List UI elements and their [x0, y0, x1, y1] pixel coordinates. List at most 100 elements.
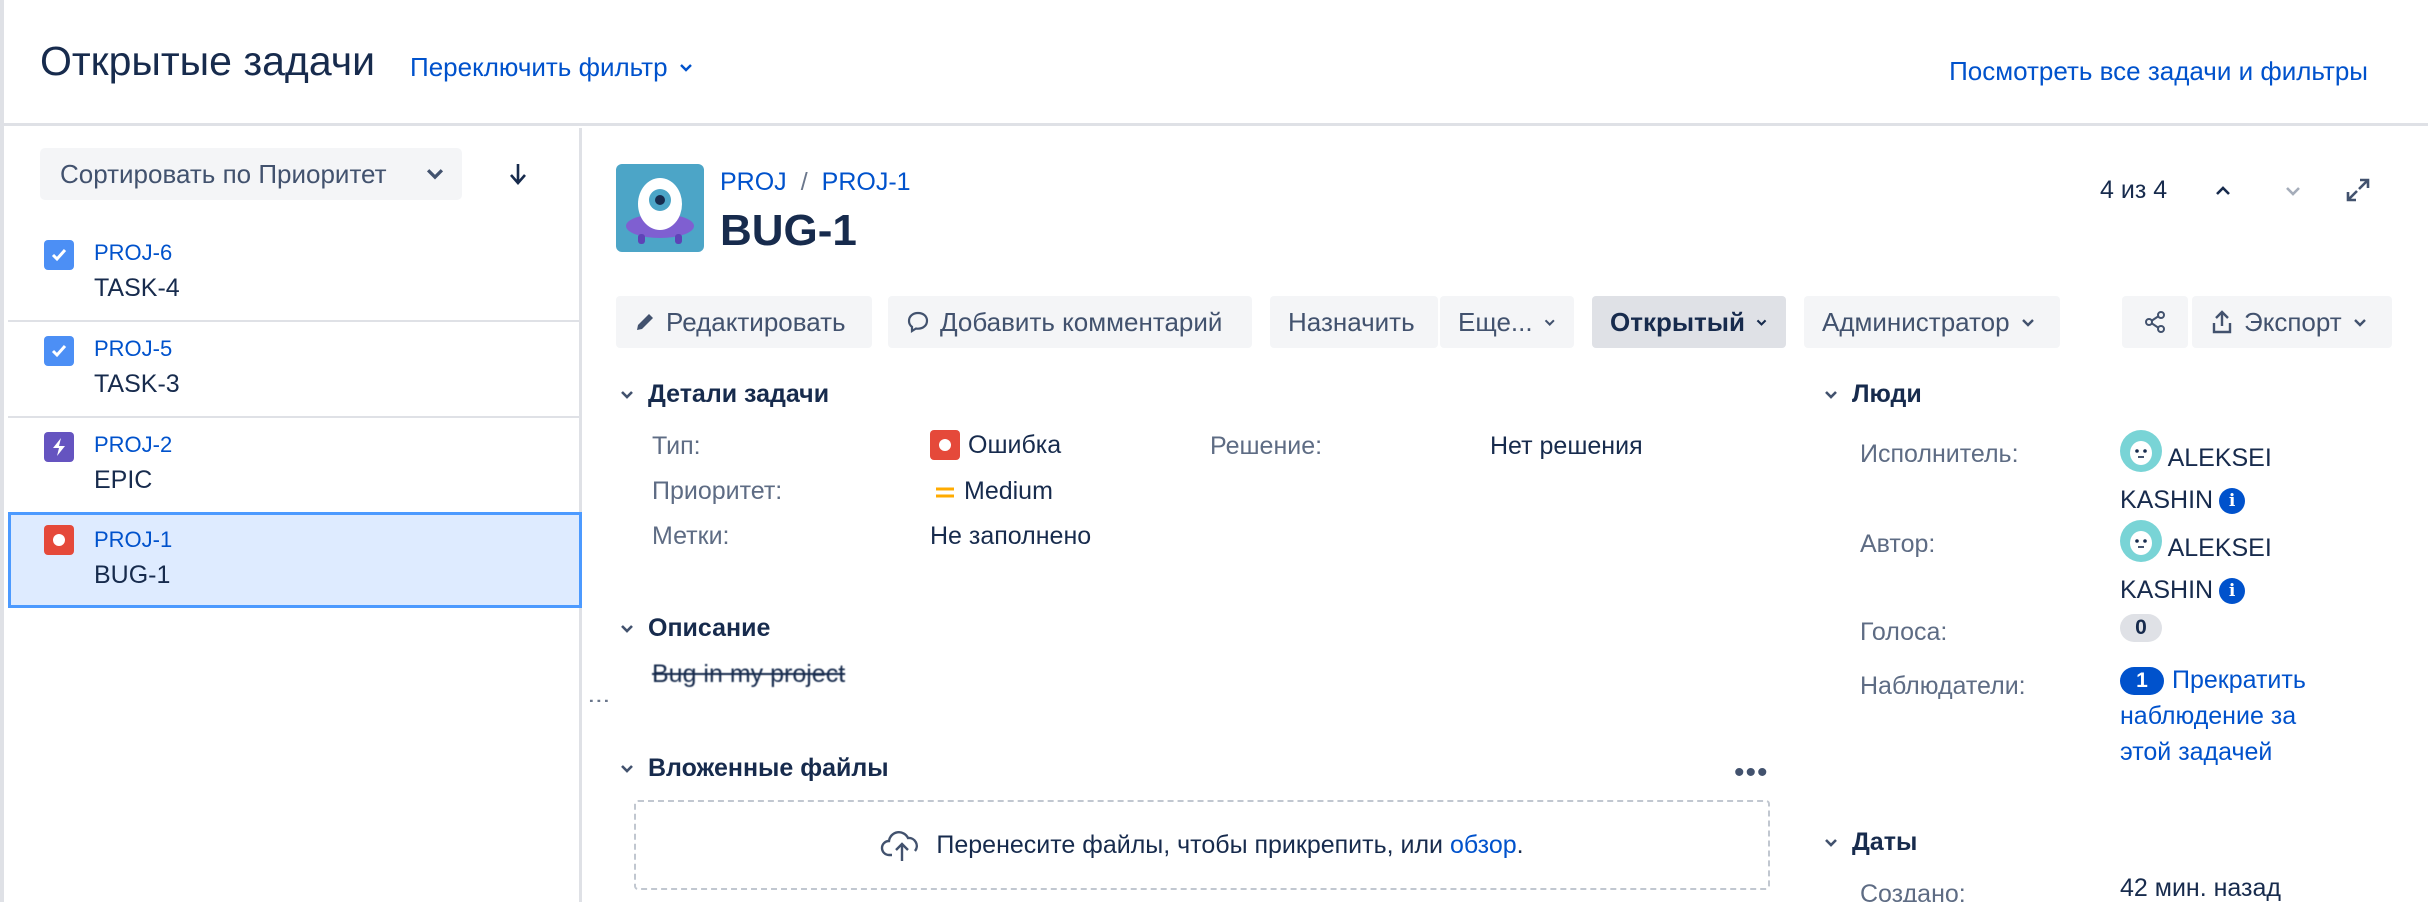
more-options-icon[interactable]: ••• — [1734, 756, 1769, 790]
description-section-toggle[interactable]: Описание — [616, 614, 770, 643]
pager-count: 4 из 4 — [2100, 176, 2168, 204]
chevron-down-icon — [616, 758, 638, 780]
more-button[interactable]: Еще... — [1440, 296, 1574, 348]
view-all-issues-link[interactable]: Посмотреть все задачи и фильтры — [1949, 56, 2368, 87]
info-icon[interactable]: i — [2219, 488, 2246, 515]
sort-label: Сортировать по Приоритет — [60, 158, 387, 189]
task-type-icon — [44, 336, 74, 366]
description-heading: Описание — [648, 614, 771, 642]
issue-key: PROJ-1 — [94, 527, 173, 552]
issue-list-panel: Сортировать по Приоритет PROJ-6 TASK-4 P… — [4, 128, 582, 902]
chevron-down-icon — [1820, 384, 1842, 406]
priority-value: Medium — [934, 477, 1053, 506]
type-label: Тип: — [652, 432, 701, 460]
avatar — [2120, 520, 2162, 562]
status-dropdown[interactable]: Открытый — [1592, 296, 1786, 348]
edit-label: Редактировать — [666, 306, 846, 337]
filter-switch-link[interactable]: Переключить фильтр — [410, 52, 694, 83]
attachments-section-toggle[interactable]: Вложенные файлы — [616, 754, 889, 783]
list-item[interactable]: PROJ-6 TASK-4 — [8, 228, 582, 322]
description-text[interactable]: Bug in my project — [652, 660, 845, 689]
assign-label: Назначить — [1288, 306, 1415, 337]
issue-summary: BUG-1 — [94, 561, 171, 589]
add-comment-button[interactable]: Добавить комментарий — [888, 296, 1252, 348]
votes-badge[interactable]: 0 — [2120, 614, 2162, 642]
reporter-first-name: ALEKSEI — [2167, 534, 2272, 562]
assignee-label: Исполнитель: — [1860, 440, 2019, 468]
attachments-heading: Вложенные файлы — [648, 754, 889, 782]
upload-icon — [2212, 310, 2232, 334]
attachment-dropzone[interactable]: Перенесите файлы, чтобы прикрепить, или … — [634, 800, 1770, 890]
people-section-toggle[interactable]: Люди — [1820, 380, 1922, 409]
epic-type-icon — [44, 432, 74, 462]
info-icon[interactable]: i — [2219, 578, 2246, 605]
sort-direction-button[interactable] — [492, 148, 544, 200]
assignee-first-name: ALEKSEI — [2167, 444, 2272, 472]
chevron-down-icon — [1544, 319, 1555, 326]
more-label: Еще... — [1458, 306, 1533, 337]
assignee-last-name: KASHIN — [2120, 486, 2214, 514]
task-type-icon — [44, 240, 74, 270]
reporter-last-name: KASHIN — [2120, 576, 2214, 604]
chevron-down-icon — [616, 618, 638, 640]
watchers-count-badge[interactable]: 1 — [2120, 667, 2164, 696]
list-item-selected[interactable]: PROJ-1 BUG-1 — [8, 512, 582, 608]
resolution-label: Решение: — [1210, 432, 1323, 460]
watchers-label: Наблюдатели: — [1860, 672, 2026, 700]
sort-dropdown[interactable]: Сортировать по Приоритет — [40, 148, 462, 200]
priority-label: Приоритет: — [652, 477, 783, 505]
issue-key: PROJ-2 — [94, 432, 173, 457]
assign-button[interactable]: Назначить — [1270, 296, 1438, 348]
breadcrumb-project[interactable]: PROJ — [720, 168, 787, 197]
chevron-down-icon[interactable] — [2278, 176, 2308, 206]
labels-label: Метки: — [652, 522, 730, 550]
dropzone-text: Перенесите файлы, чтобы прикрепить, или … — [936, 830, 1524, 859]
avatar — [2120, 430, 2162, 472]
breadcrumb: PROJ / PROJ-1 — [720, 168, 911, 197]
chevron-down-icon — [679, 63, 692, 72]
bug-type-icon — [44, 525, 74, 555]
admin-label: Администратор — [1822, 306, 2010, 337]
dates-heading: Даты — [1852, 828, 1918, 856]
chevron-down-icon — [1756, 319, 1767, 326]
issue-key: PROJ-5 — [94, 336, 173, 361]
priority-value-text: Medium — [964, 477, 1053, 505]
issue-summary: EPIC — [94, 466, 153, 494]
list-item[interactable]: PROJ-2 EPIC — [8, 420, 582, 514]
chevron-down-icon — [616, 384, 638, 406]
comment-icon — [907, 311, 929, 333]
details-heading: Детали задачи — [648, 380, 830, 408]
chevron-down-icon — [2353, 319, 2366, 327]
share-button[interactable] — [2122, 296, 2188, 348]
project-avatar — [616, 164, 704, 252]
dates-section-toggle[interactable]: Даты — [1820, 828, 1917, 857]
chevron-up-icon[interactable] — [2208, 176, 2238, 206]
breadcrumb-issue-key[interactable]: PROJ-1 — [822, 168, 911, 197]
share-icon — [2145, 311, 2165, 333]
add-comment-label: Добавить комментарий — [940, 306, 1223, 337]
labels-value: Не заполнено — [930, 522, 1092, 550]
filter-switch-label: Переключить фильтр — [410, 52, 668, 82]
admin-dropdown[interactable]: Администратор — [1804, 296, 2060, 348]
resolution-value: Нет решения — [1490, 432, 1643, 460]
issue-summary: TASK-3 — [94, 370, 180, 398]
type-value-text: Ошибка — [968, 430, 1062, 459]
panel-resize-handle[interactable]: ⋮ — [586, 690, 612, 710]
votes-label: Голоса: — [1860, 618, 1948, 646]
export-dropdown[interactable]: Экспорт — [2192, 296, 2392, 348]
created-value: 42 мин. назад — [2120, 874, 2281, 902]
assignee-user[interactable]: ALEKSEI KASHIN i — [2120, 430, 2272, 521]
browse-link[interactable]: обзор — [1450, 831, 1517, 859]
reporter-label: Автор: — [1860, 530, 1936, 558]
arrow-down-icon — [510, 164, 526, 185]
details-section-toggle[interactable]: Детали задачи — [616, 380, 829, 409]
expand-icon[interactable] — [2342, 174, 2374, 206]
pencil-icon — [637, 314, 653, 330]
edit-button[interactable]: Редактировать — [616, 296, 872, 348]
list-item[interactable]: PROJ-5 TASK-3 — [8, 324, 582, 418]
issue-title: BUG-1 — [720, 206, 857, 255]
watchers-value: 1 Прекратить наблюдение за этой задачей — [2120, 662, 2350, 770]
type-value: Ошибка — [930, 430, 1061, 460]
issue-summary: TASK-4 — [94, 274, 180, 302]
reporter-user[interactable]: ALEKSEI KASHIN i — [2120, 520, 2272, 611]
